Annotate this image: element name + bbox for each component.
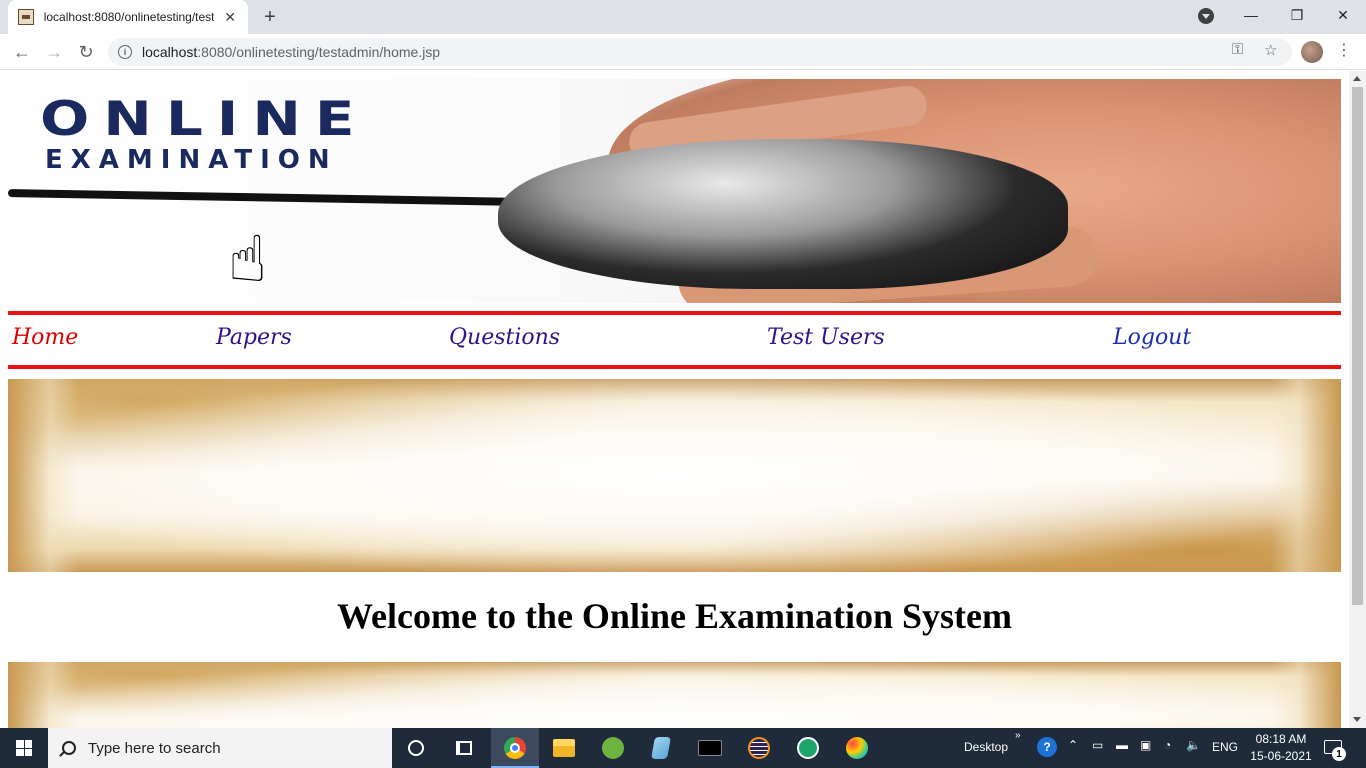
forward-button[interactable]: → — [40, 38, 68, 66]
cortana-button[interactable] — [392, 728, 440, 768]
meet-now-icon[interactable]: ▭ — [1092, 738, 1103, 752]
banner-title-line1: ONLINE — [40, 90, 369, 147]
browser-toolbar: ← → ↻ i localhost:8080/onlinetesting/tes… — [0, 34, 1366, 70]
restore-button[interactable]: ❐ — [1274, 0, 1320, 30]
pointer-hand-icon: ☝ — [228, 223, 267, 295]
nav-logout-link[interactable]: Logout — [1113, 325, 1191, 350]
taskbar-search[interactable]: Type here to search — [48, 728, 392, 768]
task-view-icon — [456, 741, 472, 755]
language-indicator[interactable]: ENG — [1212, 740, 1238, 754]
paint-button[interactable] — [833, 728, 881, 768]
windows-taskbar: Type here to search Desktop » ? ⌃ ▭ ▬ ▣ … — [0, 728, 1366, 768]
windows-logo-icon — [16, 740, 32, 756]
file-explorer-button[interactable] — [540, 728, 588, 768]
check-app-button[interactable] — [784, 728, 832, 768]
help-icon[interactable]: ? — [1037, 737, 1057, 757]
search-icon — [62, 741, 76, 755]
task-view-button[interactable] — [440, 728, 488, 768]
address-bar[interactable]: i localhost:8080/onlinetesting/testadmin… — [108, 38, 1292, 66]
nav-home-link[interactable]: Home — [12, 325, 78, 350]
taskbar-search-placeholder: Type here to search — [88, 739, 221, 757]
tab-search-icon[interactable] — [1198, 8, 1214, 24]
url-text: localhost:8080/onlinetesting/testadmin/h… — [142, 44, 440, 60]
scroll-down-icon[interactable] — [1353, 717, 1361, 722]
terminal-icon — [698, 740, 722, 756]
main-nav: Home Papers Questions Test Users Logout — [8, 315, 1341, 365]
wifi-icon[interactable]: ◔ — [1164, 738, 1171, 752]
paint-palette-icon — [846, 737, 868, 759]
clock[interactable]: 08:18 AM 15-06-2021 — [1243, 731, 1319, 765]
close-window-button[interactable]: ✕ — [1320, 0, 1366, 30]
banner-mouse-graphic — [498, 139, 1068, 289]
page-viewport: ONLINE EXAMINATION ☝ Home Papers Questio… — [0, 71, 1349, 728]
tab-strip: localhost:8080/onlinetesting/test ✕ + — … — [0, 0, 1366, 34]
minimize-button[interactable]: — — [1228, 0, 1274, 30]
browser-tab[interactable]: localhost:8080/onlinetesting/test ✕ — [8, 0, 248, 34]
tab-close-icon[interactable]: ✕ — [222, 9, 238, 25]
back-button[interactable]: ← — [8, 38, 36, 66]
nav-questions-link[interactable]: Questions — [449, 325, 560, 350]
tray-overflow-icon[interactable]: ⌃ — [1068, 738, 1078, 752]
parchment-edge-right — [1271, 379, 1341, 572]
scroll-up-icon[interactable] — [1353, 76, 1361, 81]
desktop-toolbar-label[interactable]: Desktop — [964, 740, 1008, 754]
volume-icon[interactable]: 🔈 — [1186, 738, 1201, 752]
banner-title: ONLINE EXAMINATION — [40, 95, 369, 173]
page-favicon-icon — [18, 9, 34, 25]
parchment-edge-left — [8, 662, 78, 728]
site-info-icon[interactable]: i — [118, 45, 132, 59]
key-icon[interactable]: ⚿ — [1232, 41, 1243, 58]
battery-icon[interactable]: ▬ — [1116, 738, 1128, 752]
notification-count-badge: 1 — [1332, 747, 1346, 761]
check-app-icon — [797, 737, 819, 759]
profile-avatar[interactable] — [1301, 41, 1323, 63]
toolbar-overflow-icon[interactable]: » — [1015, 730, 1021, 741]
nav-papers-link[interactable]: Papers — [216, 325, 292, 350]
notepad-icon — [651, 737, 671, 759]
scroll-thumb[interactable] — [1352, 87, 1363, 605]
reload-button[interactable]: ↻ — [72, 38, 100, 66]
parchment-panel-bottom — [8, 662, 1341, 728]
menu-kebab-icon[interactable]: ⋮ — [1336, 40, 1352, 64]
notepad-button[interactable] — [637, 728, 685, 768]
spring-leaf-icon — [602, 737, 624, 759]
parchment-panel-top — [8, 379, 1341, 572]
welcome-heading: Welcome to the Online Examination System — [337, 596, 1012, 636]
eclipse-button[interactable] — [735, 728, 783, 768]
banner-title-line2: EXAMINATION — [45, 145, 338, 175]
new-tab-button[interactable]: + — [258, 6, 282, 28]
bookmark-star-icon[interactable]: ☆ — [1264, 41, 1277, 59]
tab-title: localhost:8080/onlinetesting/test — [43, 10, 215, 24]
folder-icon — [553, 739, 575, 757]
parchment-edge-right — [1271, 662, 1341, 728]
spring-tool-suite-button[interactable] — [589, 728, 637, 768]
chrome-icon — [504, 737, 526, 759]
clock-time: 08:18 AM — [1255, 732, 1307, 746]
eclipse-icon — [748, 737, 770, 759]
start-button[interactable] — [0, 728, 48, 768]
clock-date: 15-06-2021 — [1250, 749, 1312, 763]
parchment-edge-left — [8, 379, 78, 572]
header-banner-image: ONLINE EXAMINATION ☝ — [8, 79, 1341, 303]
page-scrollbar[interactable] — [1349, 71, 1366, 728]
cortana-icon — [408, 740, 424, 756]
nav-bottom-rule — [8, 365, 1341, 369]
chrome-taskbar-button[interactable] — [491, 728, 539, 768]
url-path: :8080/onlinetesting/testadmin/home.jsp — [197, 44, 441, 60]
security-icon[interactable]: ▣ — [1140, 738, 1151, 752]
mysql-button[interactable] — [686, 728, 734, 768]
nav-test-users-link[interactable]: Test Users — [767, 325, 885, 350]
url-host: localhost — [142, 44, 198, 60]
